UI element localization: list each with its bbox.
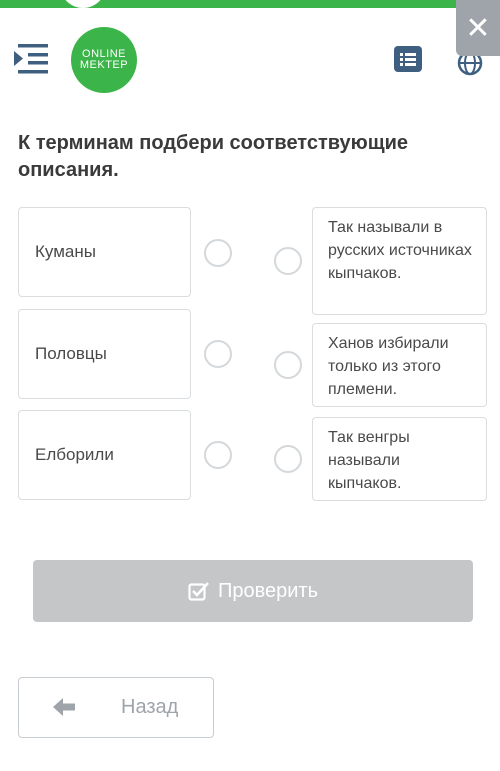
term-card[interactable]: Куманы: [18, 207, 191, 297]
term-label: Елборили: [35, 445, 114, 464]
term-connector-radio[interactable]: [204, 239, 232, 267]
check-button[interactable]: Проверить: [33, 560, 473, 622]
term-connector-radio[interactable]: [204, 441, 232, 469]
description-connector-radio[interactable]: [274, 445, 302, 473]
top-bar: [0, 0, 500, 8]
arrow-left-icon: [53, 698, 75, 716]
check-button-label: Проверить: [217, 579, 319, 602]
term-connector-radio[interactable]: [204, 340, 232, 368]
description-connector-radio[interactable]: [274, 247, 302, 275]
menu-icon[interactable]: [12, 40, 52, 78]
description-card[interactable]: Ханов избирали только из этого племени.: [312, 323, 487, 407]
term-card[interactable]: Елборили: [18, 410, 191, 500]
term-label: Куманы: [35, 242, 96, 261]
term-card[interactable]: Половцы: [18, 309, 191, 399]
checkbox-icon: [188, 582, 209, 601]
description-text: Так венгры называли кыпчаков.: [328, 429, 410, 492]
description-text: Так называли в русских источниках кыпчак…: [328, 219, 472, 282]
term-label: Половцы: [35, 344, 107, 363]
back-button[interactable]: Назад: [18, 677, 214, 738]
online-mektep-logo[interactable]: ONLINE MEKTEP: [71, 27, 137, 93]
description-text: Ханов избирали только из этого племени.: [328, 335, 449, 398]
close-button[interactable]: ✕: [456, 0, 500, 56]
description-card[interactable]: Так называли в русских источниках кыпчак…: [312, 207, 487, 315]
description-card[interactable]: Так венгры называли кыпчаков.: [312, 417, 487, 501]
list-icon[interactable]: [394, 46, 422, 72]
logo-text-line2: MEKTEP: [79, 59, 129, 71]
back-button-label: Назад: [121, 696, 179, 718]
close-icon: ✕: [465, 11, 491, 45]
top-bar-notch: [60, 0, 106, 8]
description-connector-radio[interactable]: [274, 351, 302, 379]
question-title: К терминам подбери соответствующие описа…: [18, 132, 409, 181]
list-icon-glyph: [400, 53, 416, 66]
